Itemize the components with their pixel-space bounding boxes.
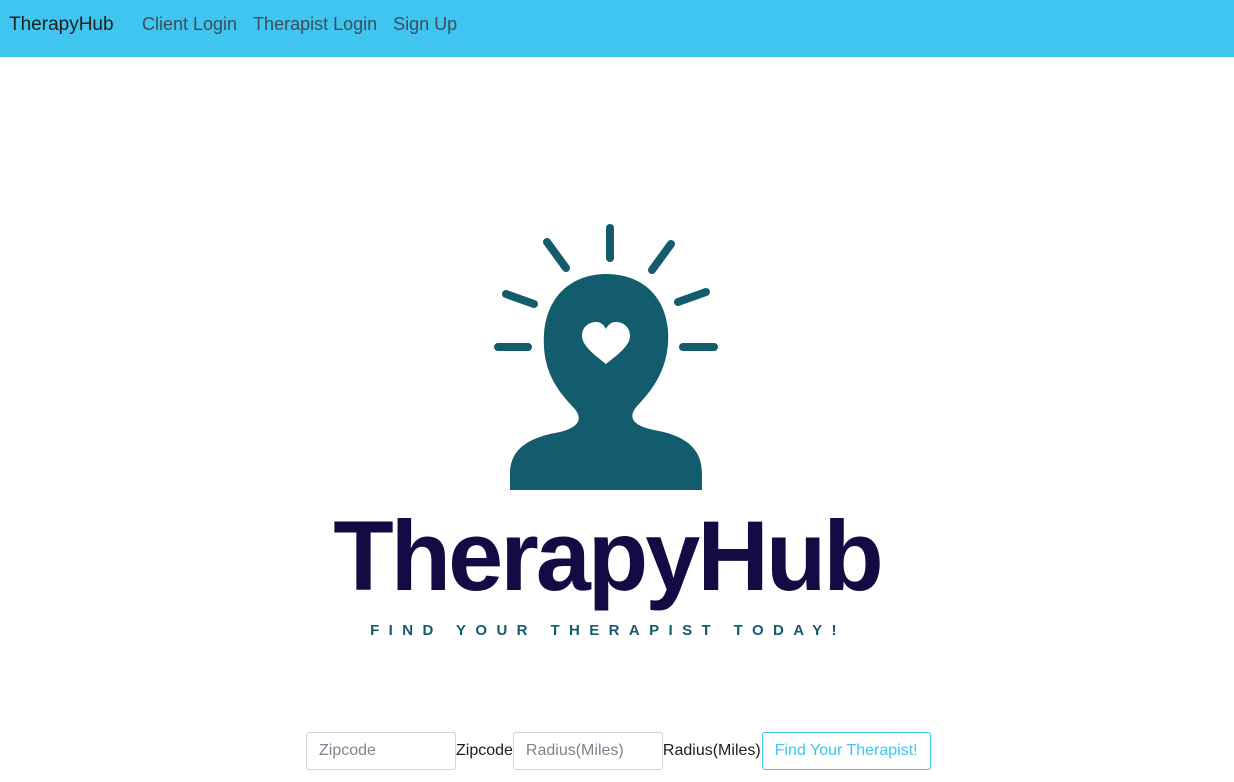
zipcode-label: Zipcode — [456, 742, 513, 759]
radius-label: Radius(Miles) — [662, 742, 761, 759]
brand-link[interactable]: TherapyHub — [9, 14, 114, 36]
sunburst-rays-icon — [494, 224, 718, 351]
hero-logo: TherapyHub FIND YOUR THERAPIST TODAY! — [0, 0, 1234, 782]
nav-links: Client Login Therapist Login Sign Up — [134, 14, 465, 35]
zipcode-input[interactable] — [306, 732, 456, 770]
find-therapist-button[interactable]: Find Your Therapist! — [761, 732, 931, 770]
heart-icon — [582, 322, 630, 364]
head-silhouette-icon — [494, 224, 718, 490]
nav-link-client-login[interactable]: Client Login — [134, 14, 245, 35]
nav-link-sign-up[interactable]: Sign Up — [385, 14, 465, 35]
logo-wordmark: TherapyHub — [333, 500, 884, 611]
navbar: TherapyHub Client Login Therapist Login … — [0, 0, 1234, 57]
nav-link-therapist-login[interactable]: Therapist Login — [245, 14, 385, 35]
search-form: Zipcode Radius(Miles) Find Your Therapis… — [306, 732, 931, 770]
radius-input[interactable] — [512, 732, 663, 770]
logo-tagline: FIND YOUR THERAPIST TODAY! — [370, 622, 846, 639]
